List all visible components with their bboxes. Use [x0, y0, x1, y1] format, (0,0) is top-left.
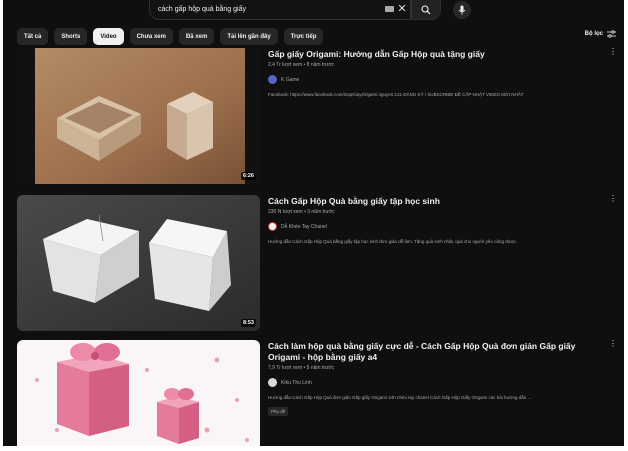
thumbnail-image [17, 340, 260, 446]
channel-avatar[interactable] [268, 75, 277, 84]
chip-watched[interactable]: Đã xem [178, 28, 215, 45]
video-thumbnail[interactable]: 6:26 [17, 48, 260, 184]
video-info: Cách Gấp Hộp Quà bằng giấy tập học sinh … [268, 195, 603, 244]
channel-link[interactable]: Dễ Khéo Tay Chanel [268, 222, 603, 231]
channel-link[interactable]: K Game [268, 75, 603, 84]
more-vert-icon[interactable]: ⋮ [609, 195, 617, 203]
subtitles-badge: Phụ đề [268, 407, 289, 416]
search-icon [421, 4, 431, 14]
video-title[interactable]: Cách làm hộp quà bằng giấy cực dễ - Cách… [268, 341, 603, 363]
more-vert-icon[interactable]: ⋮ [609, 48, 617, 56]
screenshot-frame: cách gấp hộp quà bằng giấy ✕ Tất cả Shor… [0, 0, 628, 451]
more-vert-icon[interactable]: ⋮ [609, 340, 617, 348]
video-result[interactable]: Cách làm hộp quà bằng giấy cực dễ - Cách… [17, 340, 617, 446]
thumbnail-image [17, 48, 260, 184]
channel-avatar[interactable] [268, 378, 277, 387]
search-button[interactable] [411, 0, 441, 20]
channel-name[interactable]: K Game [281, 77, 299, 83]
video-duration: 6:26 [240, 172, 256, 180]
search-input[interactable]: cách gấp hộp quà bằng giấy ✕ [149, 0, 411, 20]
chip-recently-uploaded[interactable]: Tải lên gần đây [220, 28, 278, 45]
voice-search-button[interactable] [453, 1, 471, 19]
filters-label: Bộ lọc [584, 31, 603, 37]
filters-button[interactable]: Bộ lọc [585, 30, 616, 38]
video-title[interactable]: Gấp giấy Origami: Hướng dẫn Gấp Hộp quà … [268, 49, 603, 60]
youtube-app: cách gấp hộp quà bằng giấy ✕ Tất cả Shor… [3, 0, 624, 446]
filter-icon [607, 30, 616, 38]
chip-video[interactable]: Video [93, 28, 124, 45]
channel-name[interactable]: Kiều Thu Linh [281, 380, 312, 386]
video-duration: 8:53 [240, 319, 256, 327]
filter-chips: Tất cả Shorts Video Chưa xem Đã xem Tải … [17, 28, 324, 45]
video-result[interactable]: 8:53 Cách Gấp Hộp Quà bằng giấy tập học … [17, 195, 617, 333]
video-description: Hướng dẫn Cách Gấp Hộp Quà đơn giản Gấp … [268, 395, 532, 400]
video-info: Gấp giấy Origami: Hướng dẫn Gấp Hộp quà … [268, 48, 603, 97]
search-bar: cách gấp hộp quà bằng giấy ✕ [149, 0, 471, 20]
chip-live[interactable]: Trực tiếp [283, 28, 324, 45]
video-meta: 2,4 Tr lượt xem • 8 năm trước [268, 62, 335, 68]
video-title[interactable]: Cách Gấp Hộp Quà bằng giấy tập học sinh [268, 196, 603, 207]
chip-all[interactable]: Tất cả [17, 28, 49, 45]
keyboard-icon[interactable] [385, 6, 394, 12]
video-info: Cách làm hộp quà bằng giấy cực dễ - Cách… [268, 340, 603, 418]
chip-shorts[interactable]: Shorts [54, 28, 88, 45]
video-description: Facebook: https://www.facebook.com/GapGi… [268, 92, 524, 97]
thumbnail-image [17, 195, 260, 331]
chip-unwatched[interactable]: Chưa xem [129, 28, 173, 45]
channel-avatar[interactable] [268, 222, 277, 231]
channel-name[interactable]: Dễ Khéo Tay Chanel [281, 224, 327, 230]
mic-icon [458, 5, 466, 15]
video-thumbnail[interactable]: 8:53 [17, 195, 260, 331]
channel-link[interactable]: Kiều Thu Linh [268, 378, 603, 387]
close-icon[interactable]: ✕ [397, 3, 407, 15]
search-query-text: cách gấp hộp quà bằng giấy [158, 6, 246, 13]
video-description: Hướng dẫn Cách Gấp Hộp Quà bằng giấy tập… [268, 239, 518, 244]
video-result[interactable]: 6:26 Gấp giấy Origami: Hướng dẫn Gấp Hộp… [17, 48, 617, 186]
video-meta: 7,9 Tr lượt xem • 5 năm trước [268, 365, 335, 371]
video-meta: 230 N lượt xem • 3 năm trước [268, 209, 335, 215]
video-thumbnail[interactable] [17, 340, 260, 446]
